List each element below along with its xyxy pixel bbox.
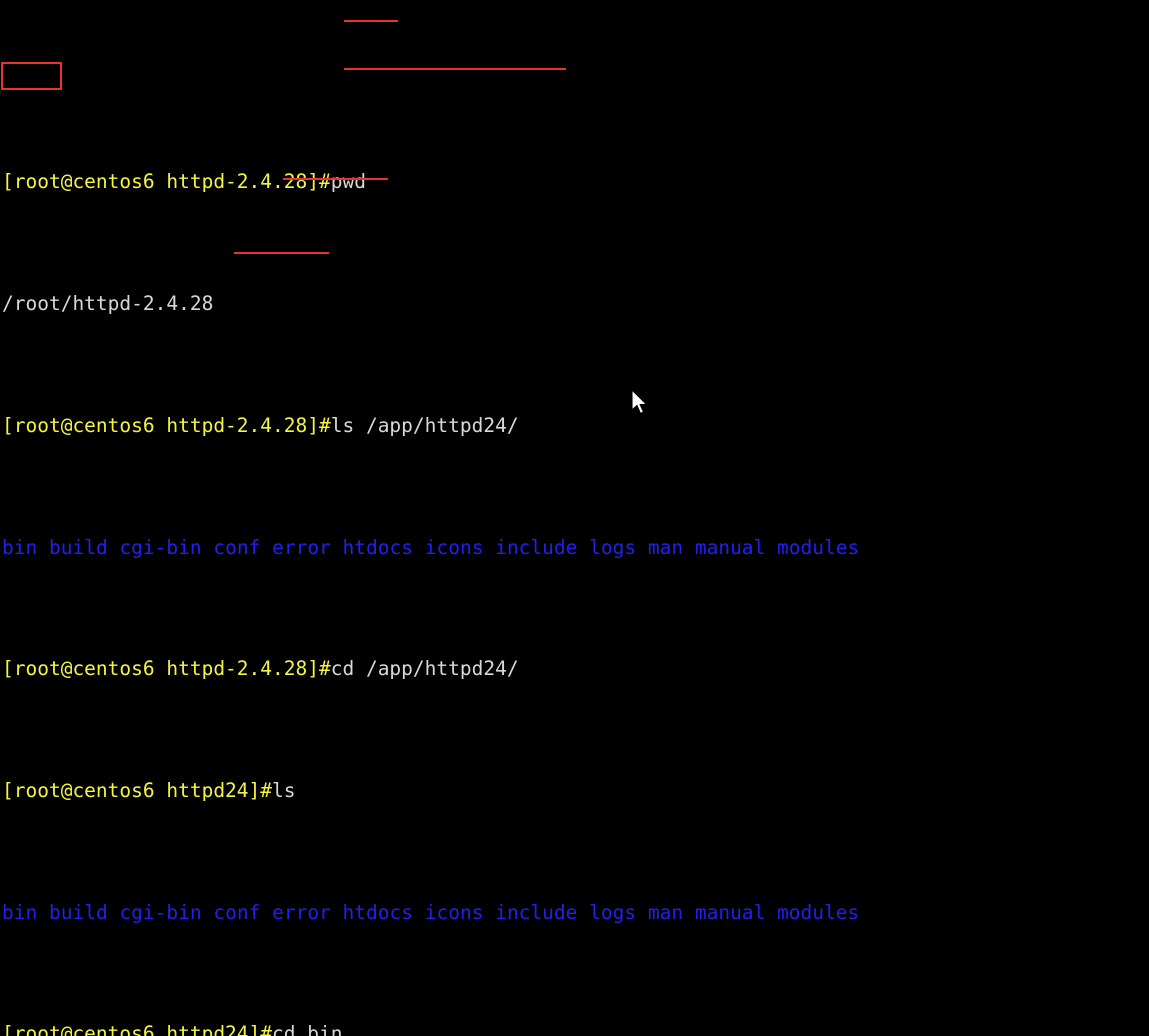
annotation-underline-ss-ntl [234, 252, 329, 254]
dir-bin: bin [2, 535, 38, 559]
dir2-cgi-bin: cgi-bin [119, 900, 202, 924]
prompt-httpd-src-3: [root@centos6 httpd-2.4.28]# [2, 657, 331, 681]
dir2-manual: manual [694, 900, 766, 924]
dir-icons: icons [424, 535, 484, 559]
dir-build: build [48, 535, 108, 559]
mouse-pointer-icon [631, 390, 648, 415]
dir2-include: include [495, 900, 578, 924]
dir-man: man [647, 535, 684, 559]
dir-error: error [272, 535, 331, 559]
command-pwd: pwd [330, 170, 366, 194]
terminal-line-ls-app-command: [root@centos6 httpd-2.4.28]#ls /app/http… [0, 414, 1149, 438]
terminal-line-cd-bin-command: [root@centos6 httpd24]#cd bin [0, 1022, 1149, 1036]
command-cd-bin: cd bin [272, 1022, 343, 1036]
dir-logs: logs [589, 535, 637, 559]
dir-htdocs: htdocs [342, 535, 413, 559]
prompt-httpd-src-2: [root@centos6 httpd-2.4.28]# [2, 413, 331, 437]
terminal-line-pwd-output: /root/httpd-2.4.28 [0, 292, 1149, 316]
annotation-underline-pwd [344, 20, 398, 22]
terminal-line-httpd24-dirs-2: bin build cgi-bin conf error htdocs icon… [0, 901, 1149, 925]
dir-modules: modules [777, 535, 860, 559]
command-ls-app: ls /app/httpd24/ [330, 413, 519, 437]
prompt-httpd-src-1: [root@centos6 httpd-2.4.28]# [2, 170, 331, 194]
dir2-error: error [272, 900, 331, 924]
dir2-man: man [647, 900, 684, 924]
annotation-box-bin [1, 62, 62, 90]
dir-conf: conf [213, 535, 261, 559]
terminal-line-ls-command-1: [root@centos6 httpd24]#ls [0, 779, 1149, 803]
dir2-build: build [48, 900, 108, 924]
terminal-line-pwd-command: [root@centos6 httpd-2.4.28]#pwd [0, 170, 1149, 194]
dir2-icons: icons [424, 900, 484, 924]
prompt-httpd24-1: [root@centos6 httpd24]# [2, 779, 273, 802]
annotation-underline-ls-app [344, 68, 566, 70]
dir2-logs: logs [589, 900, 637, 924]
prompt-httpd24-2: [root@centos6 httpd24]# [2, 1022, 273, 1036]
dir2-bin: bin [2, 900, 38, 924]
output-pwd-path: /root/httpd-2.4.28 [2, 292, 214, 316]
dir-include: include [495, 535, 578, 559]
dir2-htdocs: htdocs [342, 900, 413, 924]
terminal-line-httpd24-dirs: bin build cgi-bin conf error htdocs icon… [0, 536, 1149, 560]
command-cd-app: cd /app/httpd24/ [330, 657, 519, 681]
dir-cgi-bin: cgi-bin [119, 535, 202, 559]
dir2-modules: modules [777, 900, 860, 924]
scrolled-off-line: [root@centos6 httpd-2.4.28]# [0, 0, 1149, 3]
terminal-window[interactable]: [root@centos6 httpd-2.4.28]# [root@cento… [0, 0, 1149, 1036]
dir-manual: manual [694, 535, 766, 559]
dir2-conf: conf [213, 900, 261, 924]
command-ls-1: ls [272, 779, 296, 802]
terminal-line-cd-app-command: [root@centos6 httpd-2.4.28]#cd /app/http… [0, 657, 1149, 681]
